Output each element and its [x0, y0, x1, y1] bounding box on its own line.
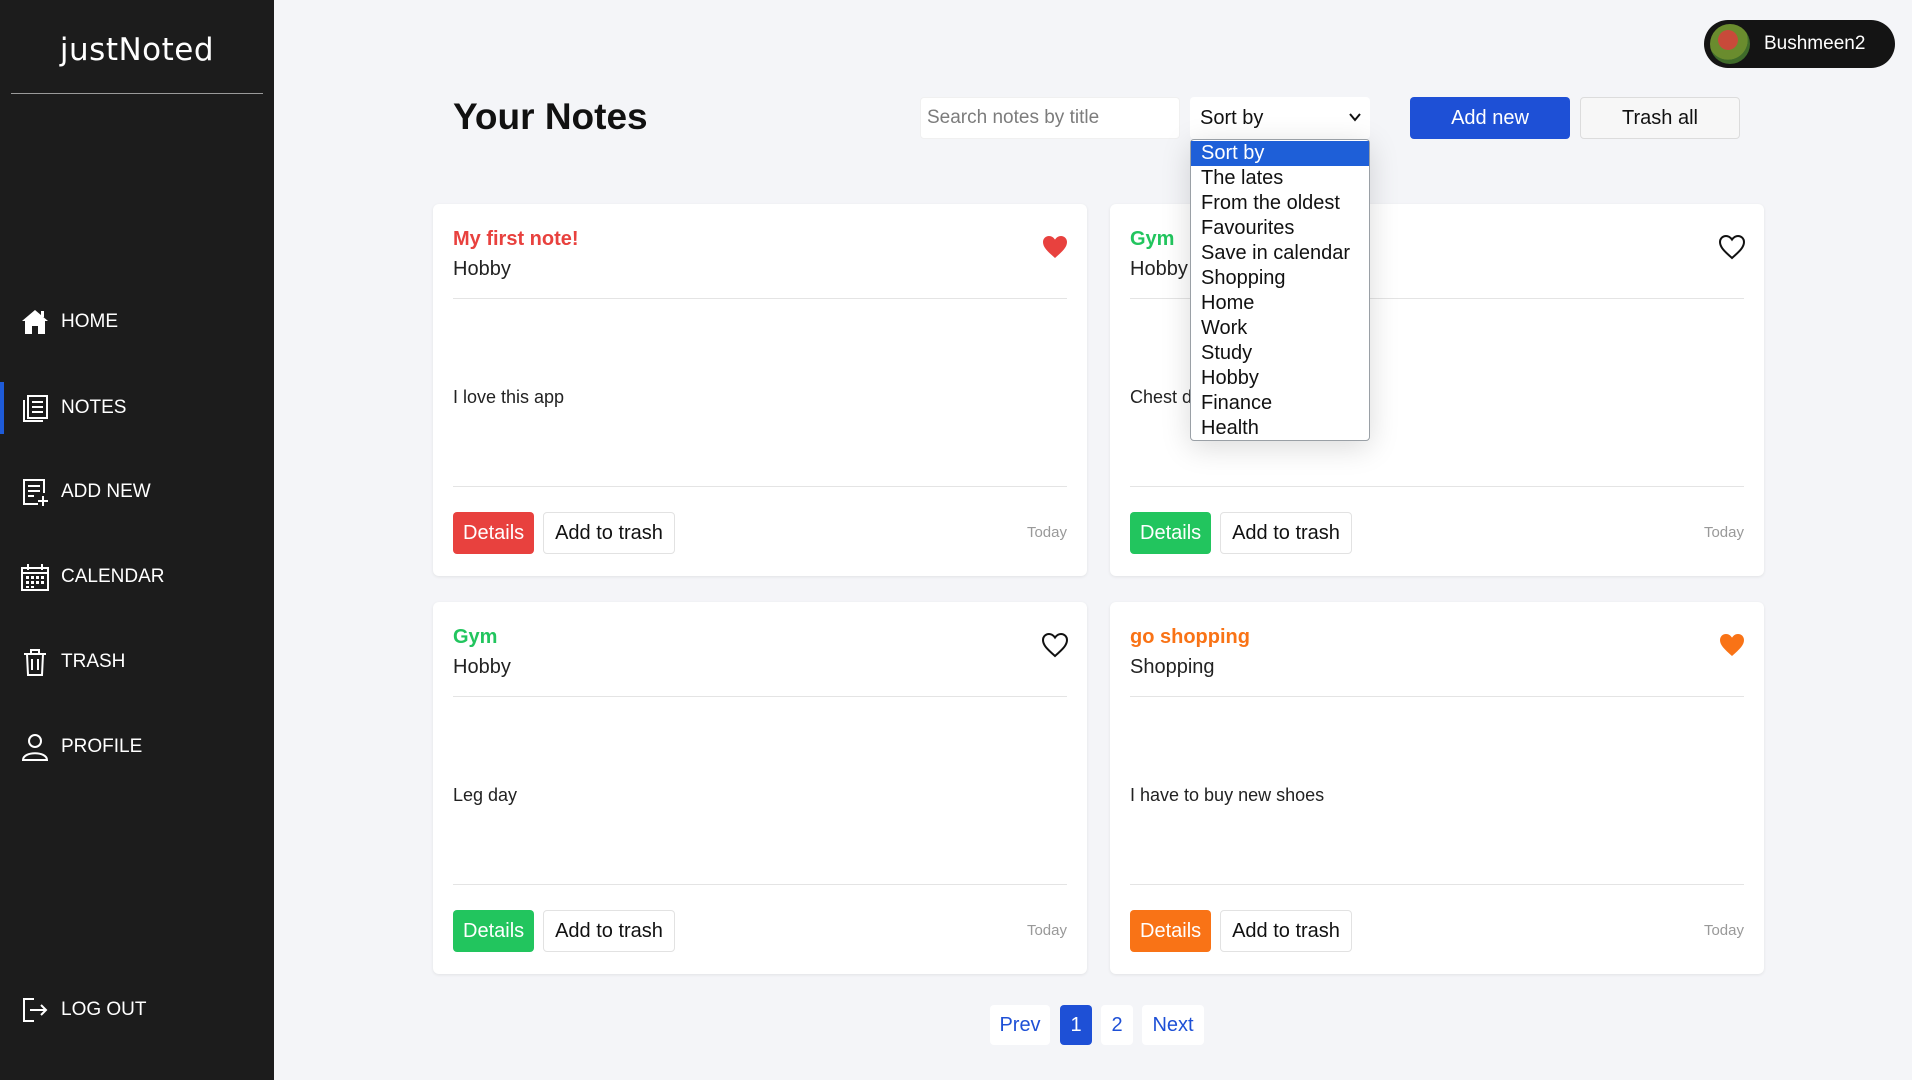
- sidebar-item-profile[interactable]: PROFILE: [0, 721, 274, 773]
- sort-option-hobby[interactable]: Hobby: [1191, 366, 1369, 391]
- add-to-trash-button[interactable]: Add to trash: [543, 910, 675, 952]
- note-category: Hobby: [453, 656, 511, 678]
- note-title: Gym: [1130, 228, 1175, 250]
- trash-icon: [19, 646, 51, 678]
- sort-option-latest[interactable]: The lates: [1191, 166, 1369, 191]
- add-to-trash-button[interactable]: Add to trash: [543, 512, 675, 554]
- username: Bushmeen2: [1764, 33, 1866, 54]
- sort-option-finance[interactable]: Finance: [1191, 391, 1369, 416]
- details-button[interactable]: Details: [453, 512, 535, 554]
- sidebar-item-label: PROFILE: [61, 736, 143, 757]
- pagination-prev[interactable]: Prev: [990, 1005, 1050, 1045]
- sort-option-calendar[interactable]: Save in calendar: [1191, 241, 1369, 266]
- page-title: Your Notes: [453, 96, 648, 137]
- pagination-page-1[interactable]: 1: [1060, 1005, 1092, 1045]
- note-body: I love this app: [453, 387, 565, 407]
- note-title: My first note!: [453, 228, 579, 250]
- pagination-next[interactable]: Next: [1142, 1005, 1204, 1045]
- note-date: Today: [1703, 922, 1744, 939]
- sort-option-shopping[interactable]: Shopping: [1191, 266, 1369, 291]
- trash-all-button[interactable]: Trash all: [1580, 97, 1740, 139]
- note-body: I have to buy new shoes: [1130, 785, 1325, 805]
- divider: [1130, 696, 1744, 697]
- divider: [1130, 486, 1744, 487]
- sort-option-home[interactable]: Home: [1191, 291, 1369, 316]
- sidebar-item-label: CALENDAR: [61, 566, 165, 587]
- sort-select[interactable]: Sort by: [1190, 97, 1370, 139]
- logout-label: LOG OUT: [61, 999, 147, 1020]
- add-to-trash-button[interactable]: Add to trash: [1220, 512, 1352, 554]
- add-note-icon: [19, 476, 51, 508]
- note-category: Hobby: [453, 258, 511, 280]
- avatar: [1710, 24, 1750, 64]
- note-date: Today: [1026, 922, 1067, 939]
- user-menu[interactable]: Bushmeen2: [1704, 20, 1895, 68]
- sidebar-item-label: HOME: [61, 311, 118, 332]
- sidebar-item-trash[interactable]: TRASH: [0, 636, 274, 688]
- divider: [1130, 884, 1744, 885]
- brand-divider: [11, 93, 263, 94]
- logout-icon: [19, 994, 51, 1026]
- details-button[interactable]: Details: [1130, 910, 1212, 952]
- divider: [453, 884, 1067, 885]
- chevron-down-icon: [1349, 113, 1361, 122]
- sidebar-item-notes[interactable]: NOTES: [0, 382, 274, 434]
- sort-option-sort-by[interactable]: Sort by: [1191, 141, 1369, 166]
- sort-dropdown-list: Sort by The lates From the oldest Favour…: [1190, 139, 1370, 441]
- search-input[interactable]: [920, 97, 1180, 139]
- brand-logo[interactable]: justNoted: [0, 32, 274, 68]
- note-card: Gym Hobby Leg day Details Add to trash T…: [433, 602, 1087, 974]
- divider: [453, 486, 1067, 487]
- sidebar-item-label: ADD NEW: [61, 481, 151, 502]
- heart-outline-icon[interactable]: [1041, 632, 1069, 658]
- sidebar-item-label: NOTES: [61, 397, 127, 418]
- sidebar: justNoted HOME NOTES ADD NEW CALENDAR TR…: [0, 0, 274, 1080]
- pagination-page-2[interactable]: 2: [1101, 1005, 1133, 1045]
- user-icon: [19, 731, 51, 763]
- note-card: go shopping Shopping I have to buy new s…: [1110, 602, 1764, 974]
- add-new-button[interactable]: Add new: [1410, 97, 1570, 139]
- note-category: Shopping: [1130, 656, 1215, 678]
- sidebar-item-add-new[interactable]: ADD NEW: [0, 466, 274, 518]
- divider: [453, 298, 1067, 299]
- heart-filled-icon[interactable]: [1718, 632, 1746, 658]
- note-body: Leg day: [453, 785, 518, 805]
- sidebar-item-label: TRASH: [61, 651, 126, 672]
- note-date: Today: [1703, 524, 1744, 541]
- note-title: Gym: [453, 626, 498, 648]
- home-icon: [19, 306, 51, 338]
- sort-option-oldest[interactable]: From the oldest: [1191, 191, 1369, 216]
- note-card: My first note! Hobby I love this app Det…: [433, 204, 1087, 576]
- heart-filled-icon[interactable]: [1041, 234, 1069, 260]
- sidebar-item-home[interactable]: HOME: [0, 296, 274, 348]
- sort-option-study[interactable]: Study: [1191, 341, 1369, 366]
- sort-option-favourites[interactable]: Favourites: [1191, 216, 1369, 241]
- divider: [453, 696, 1067, 697]
- note-date: Today: [1026, 524, 1067, 541]
- details-button[interactable]: Details: [1130, 512, 1212, 554]
- add-to-trash-button[interactable]: Add to trash: [1220, 910, 1352, 952]
- notes-icon: [19, 392, 51, 424]
- calendar-icon: [19, 561, 51, 593]
- sort-select-value: Sort by: [1200, 106, 1264, 129]
- sort-option-work[interactable]: Work: [1191, 316, 1369, 341]
- heart-outline-icon[interactable]: [1718, 234, 1746, 260]
- logout-button[interactable]: LOG OUT: [0, 984, 274, 1036]
- sidebar-item-calendar[interactable]: CALENDAR: [0, 551, 274, 603]
- details-button[interactable]: Details: [453, 910, 535, 952]
- note-category: Hobby: [1130, 258, 1188, 280]
- note-title: go shopping: [1130, 626, 1250, 648]
- sort-option-health[interactable]: Health: [1191, 416, 1369, 441]
